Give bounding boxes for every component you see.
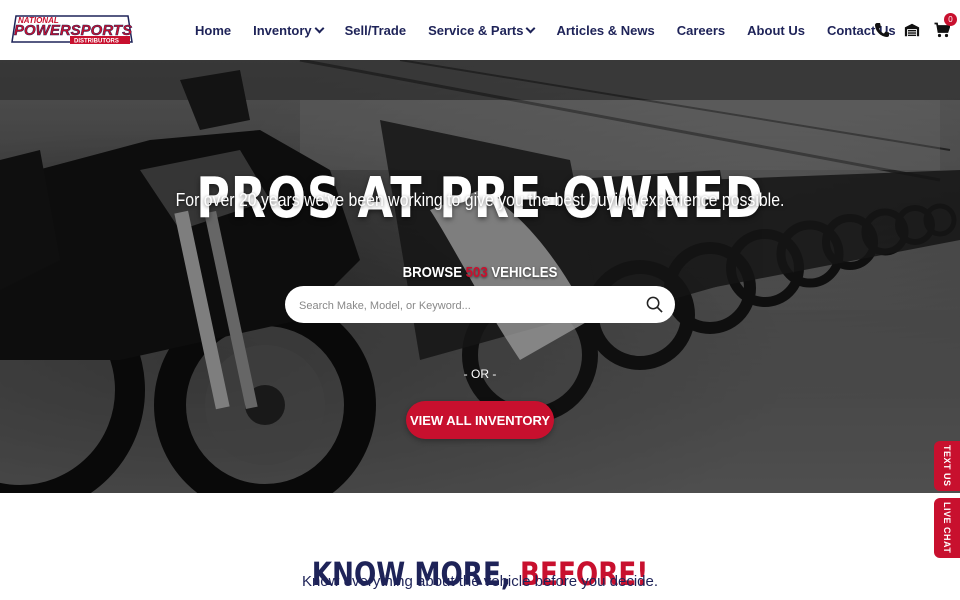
- nav-about-us[interactable]: About Us: [736, 23, 816, 38]
- browse-heading: BROWSE 503 VEHICLES: [58, 264, 903, 281]
- text-us-tab[interactable]: TEXT US: [934, 441, 960, 491]
- text-us-label: TEXT US: [942, 445, 952, 487]
- hero-subtitle: For over 20 years we've been working to …: [175, 190, 785, 210]
- cart-button[interactable]: 0: [934, 13, 957, 38]
- vehicle-count: 503: [465, 264, 488, 281]
- site-logo[interactable]: NATIONAL POWERSPORTS DISTRIBUTORS: [10, 12, 134, 46]
- hero-section: PROS AT PRE-OWNED For over 20 years we'v…: [0, 60, 960, 493]
- logo-bottom-text: DISTRIBUTORS: [74, 39, 119, 45]
- main-nav: Home Inventory Sell/Trade Service & Part…: [184, 0, 907, 60]
- know-more-subtitle: Know everything about the vehicle before…: [301, 573, 659, 590]
- phone-icon[interactable]: [874, 22, 890, 38]
- search-icon[interactable]: [646, 296, 663, 313]
- chevron-down-icon: [526, 23, 536, 33]
- browse-suffix: VEHICLES: [491, 264, 558, 281]
- search-input[interactable]: [297, 286, 641, 325]
- or-divider: - OR -: [463, 367, 497, 381]
- nav-inventory[interactable]: Inventory: [242, 23, 334, 38]
- nav-home[interactable]: Home: [184, 23, 242, 38]
- chevron-down-icon: [314, 23, 325, 33]
- cart-count-badge: 0: [944, 13, 957, 26]
- browse-prefix: BROWSE: [402, 264, 463, 281]
- live-chat-label: LIVE CHAT: [942, 502, 952, 554]
- inventory-search: [285, 286, 675, 325]
- header-icons: 0: [874, 0, 957, 60]
- nav-careers[interactable]: Careers: [666, 23, 736, 38]
- nav-articles-news[interactable]: Articles & News: [545, 23, 665, 38]
- live-chat-tab[interactable]: LIVE CHAT: [934, 498, 960, 558]
- garage-icon[interactable]: [904, 22, 920, 38]
- nav-service-parts[interactable]: Service & Parts: [417, 23, 545, 38]
- site-header: NATIONAL POWERSPORTS DISTRIBUTORS Home I…: [0, 0, 960, 60]
- nav-sell-trade[interactable]: Sell/Trade: [334, 23, 417, 38]
- view-all-inventory-button[interactable]: VIEW ALL INVENTORY: [406, 401, 554, 439]
